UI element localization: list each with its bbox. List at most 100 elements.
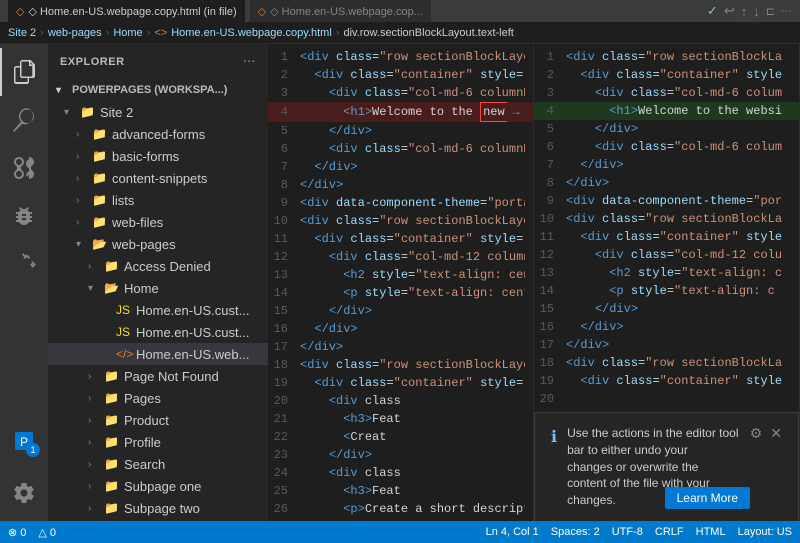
sidebar-item-label: Access Denied (124, 259, 211, 274)
code-line: 22 <Creat (268, 428, 533, 446)
notification-popup: ℹ Use the actions in the editor tool bar… (534, 412, 799, 521)
activity-powerpages[interactable]: P 1 (0, 417, 48, 465)
breadcrumb-tag: <> (154, 27, 167, 39)
folder-icon: 📁 (104, 259, 120, 273)
code-line: 3 <div class="col-md-6 colum (534, 84, 799, 102)
code-line: 19 <div class="container" style (534, 372, 799, 390)
code-line: 26 <p>Create a short descriptio (268, 500, 533, 518)
breadcrumb-file[interactable]: Home.en-US.webpage.copy.html (171, 27, 332, 39)
check-action-icon[interactable]: ✓ (707, 3, 718, 19)
sidebar-item-subpage-two[interactable]: › 📁 Subpage two (48, 497, 268, 519)
code-line: 21 <h3>Feat (268, 410, 533, 428)
sidebar-item-advanced-forms[interactable]: › 📁 advanced-forms (48, 123, 268, 145)
powerpages-badge: 1 (26, 443, 40, 457)
code-line: 16 </div> (534, 318, 799, 336)
status-encoding[interactable]: UTF-8 (612, 526, 643, 538)
workspace-arrow: ▾ (56, 85, 72, 96)
sidebar-more-icon[interactable]: ··· (244, 56, 257, 68)
code-line: 18 <div class="row sectionBlockLa (534, 354, 799, 372)
code-line: 5 </div> (534, 120, 799, 138)
breadcrumb-site2[interactable]: Site 2 (8, 27, 36, 39)
sidebar-item-content-snippets[interactable]: › 📁 content-snippets (48, 167, 268, 189)
wp-arrow: ▾ (76, 239, 92, 250)
home-arrow: ▾ (88, 283, 104, 294)
code-line: 11 <div class="container" style="p (268, 230, 533, 248)
status-right: Ln 4, Col 1 Spaces: 2 UTF-8 CRLF HTML La… (486, 526, 792, 538)
sidebar-item-basic-forms[interactable]: › 📁 basic-forms (48, 145, 268, 167)
activity-explorer[interactable] (0, 48, 48, 96)
sidebar-item-label: advanced-forms (112, 127, 205, 142)
code-line: 19 <div class="container" style="p (268, 374, 533, 392)
code-line: 15 </div> (268, 302, 533, 320)
down-action-icon[interactable]: ↓ (753, 4, 760, 19)
tab2-label: ◇ Home.en-US.webpage.cop... (270, 5, 423, 18)
breadcrumb-web-pages[interactable]: web-pages (48, 27, 102, 39)
status-layout[interactable]: Layout: US (738, 526, 792, 538)
sidebar-item-subpage-one[interactable]: › 📁 Subpage one (48, 475, 268, 497)
more-action-icon[interactable]: ··· (781, 5, 792, 17)
js-file-icon: JS (116, 325, 132, 339)
editor-tab-1[interactable]: ◇ ◇ Home.en-US.webpage.copy.html (in fil… (8, 0, 245, 22)
status-warnings[interactable]: △ 0 (38, 526, 56, 539)
folder-icon: 📁 (92, 171, 108, 185)
status-eol[interactable]: CRLF (655, 526, 684, 538)
code-line: 18 <div class="row sectionBlockLayou (268, 356, 533, 374)
folder-icon: 📁 (92, 193, 108, 207)
sidebar-item-pages[interactable]: › 📁 Pages (48, 387, 268, 409)
sidebar-item-label: Search (124, 457, 165, 472)
activity-scm[interactable] (0, 144, 48, 192)
code-line: 15 </div> (534, 300, 799, 318)
status-errors[interactable]: ⊗ 0 (8, 526, 26, 539)
code-line: 7 </div> (268, 158, 533, 176)
product-arrow: › (88, 415, 104, 426)
up-action-icon[interactable]: ↑ (741, 4, 748, 19)
sidebar-item-home-cust2[interactable]: JS Home.en-US.cust... (48, 321, 268, 343)
sidebar-item-home-cust1[interactable]: JS Home.en-US.cust... (48, 299, 268, 321)
sidebar-item-page-not-found[interactable]: › 📁 Page Not Found (48, 365, 268, 387)
sidebar-item-label: Home.en-US.cust... (136, 325, 249, 340)
sidebar-item-label: Product (124, 413, 169, 428)
breadcrumb-home[interactable]: Home (113, 27, 142, 39)
activity-extensions[interactable] (0, 240, 48, 288)
left-code-content[interactable]: 1 <div class="row sectionBlockLayou 2 <d… (268, 44, 533, 521)
sidebar-item-profile[interactable]: › 📁 Profile (48, 431, 268, 453)
sidebar-item-site2[interactable]: ▾ 📁 Site 2 (48, 101, 268, 123)
code-line: 2 <div class="container" style (534, 66, 799, 84)
sidebar-item-web-pages[interactable]: ▾ 📂 web-pages (48, 233, 268, 255)
right-editor-panel: 1 <div class="row sectionBlockLa 2 <div … (534, 44, 800, 521)
sidebar-item-web-files[interactable]: › 📁 web-files (48, 211, 268, 233)
learn-more-button[interactable]: Learn More (665, 487, 750, 509)
sidebar-item-home-webpage[interactable]: </> Home.en-US.web... (48, 343, 268, 365)
search-arrow: › (88, 459, 104, 470)
code-line: 11 <div class="container" style (534, 228, 799, 246)
breadcrumb-sep-2: › (106, 27, 110, 39)
notification-close-icon[interactable]: ✕ (770, 425, 782, 442)
activity-search[interactable] (0, 96, 48, 144)
code-line: 20 (534, 390, 799, 408)
settings-icon (12, 481, 36, 505)
code-line: 24 <div class (268, 464, 533, 482)
code-line: 13 <h2 style="text-align: c (534, 264, 799, 282)
sidebar-item-search[interactable]: › 📁 Search (48, 453, 268, 475)
status-language[interactable]: HTML (696, 526, 726, 538)
editor-tab-2[interactable]: ◇ ◇ Home.en-US.webpage.cop... (249, 0, 431, 22)
workspace-root[interactable]: ▾ POWERPAGES (WORKSPA...) (48, 79, 268, 101)
code-line: 9 <div data-component-theme="portal (268, 194, 533, 212)
sidebar-item-label: Subpage two (124, 501, 200, 516)
sidebar-item-access-denied[interactable]: › 📁 Access Denied (48, 255, 268, 277)
sidebar-item-product[interactable]: › 📁 Product (48, 409, 268, 431)
sidebar-item-lists[interactable]: › 📁 lists (48, 189, 268, 211)
sidebar-header: EXPLORER ··· (48, 44, 268, 79)
notification-settings-icon[interactable]: ⚙ (750, 425, 763, 442)
sidebar-item-home[interactable]: ▾ 📂 Home (48, 277, 268, 299)
activity-debug[interactable] (0, 192, 48, 240)
status-ln-col[interactable]: Ln 4, Col 1 (486, 526, 539, 538)
code-line: 6 <div class="col-md-6 colum (534, 138, 799, 156)
folder-icon: 📁 (104, 369, 120, 383)
split-action-icon[interactable]: ⊏ (766, 5, 775, 18)
activity-settings[interactable] (0, 469, 48, 517)
undo-action-icon[interactable]: ↩ (724, 3, 735, 19)
source-control-icon (12, 156, 36, 180)
activity-bar: P 1 (0, 44, 48, 521)
status-spaces[interactable]: Spaces: 2 (551, 526, 600, 538)
